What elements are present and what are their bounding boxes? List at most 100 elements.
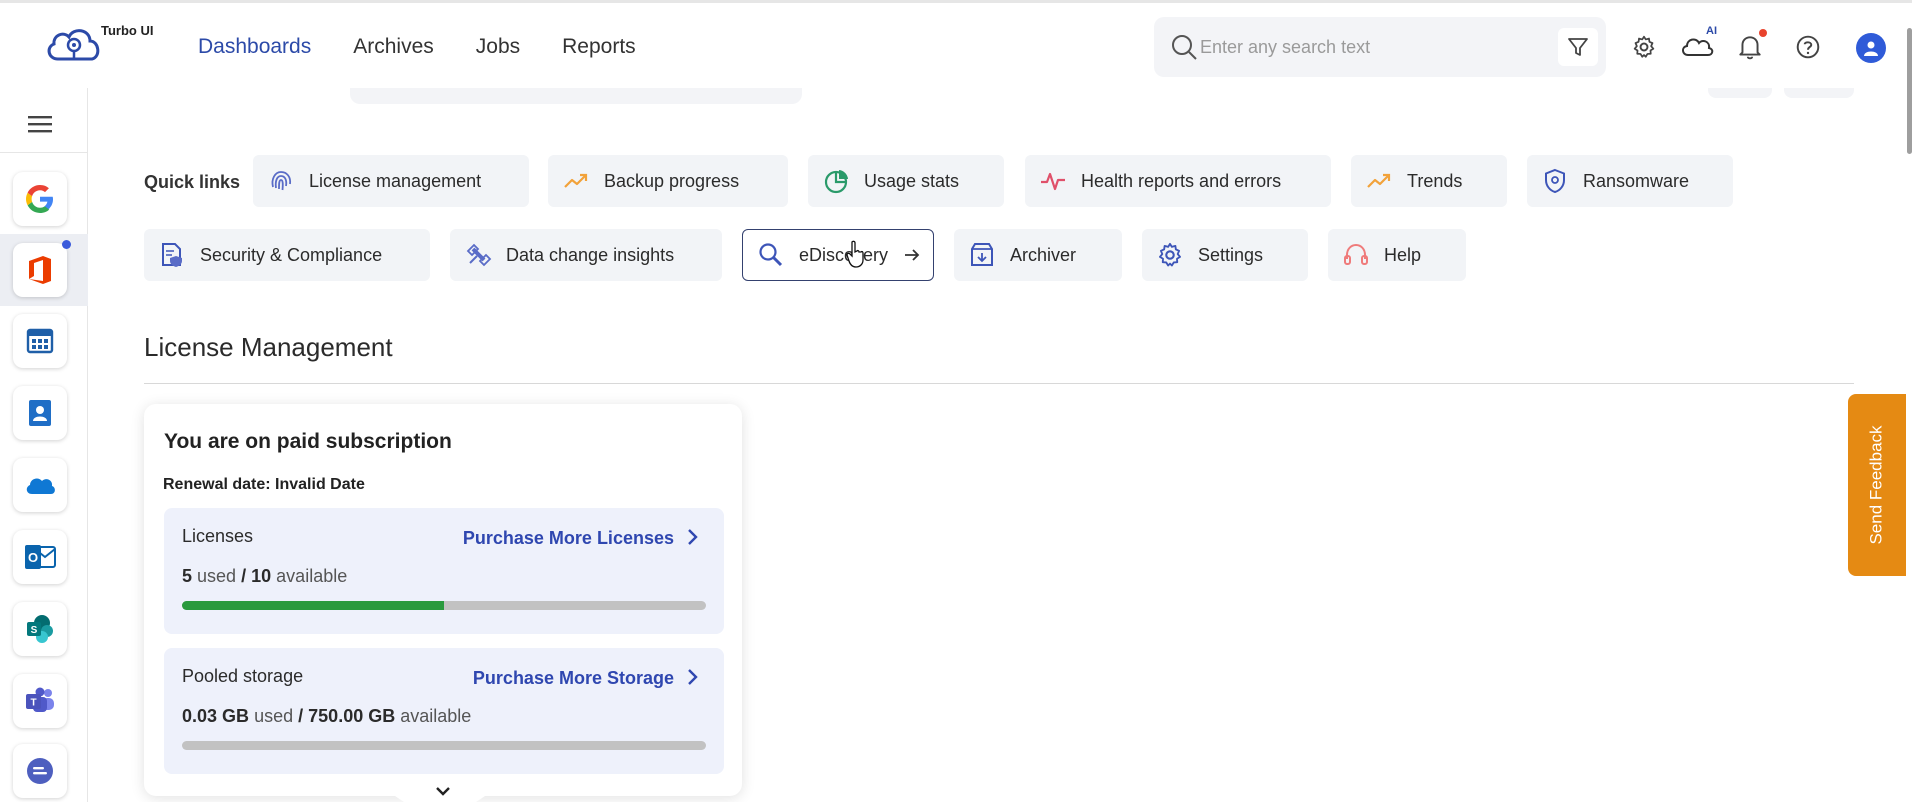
licenses-available: 10 [251,566,272,586]
collapsed-button-edge [1708,88,1772,98]
quick-link-archiver[interactable]: Archiver [954,229,1122,281]
pulse-icon [1041,172,1065,191]
app-outlook[interactable]: O [13,530,67,584]
logo-text: Turbo UI [101,23,154,38]
app-sharepoint[interactable]: S [13,602,67,656]
quick-link-usage-stats[interactable]: Usage stats [808,155,1004,207]
collapsed-panel-edge [350,88,802,104]
app-calendar[interactable] [13,314,67,368]
sharepoint-icon: S [27,615,53,643]
search-input[interactable]: Enter any search text [1200,37,1370,58]
user-avatar[interactable] [1856,33,1886,63]
app-contacts[interactable] [13,386,67,440]
app-chat[interactable] [13,744,67,798]
quick-link-security-compliance[interactable]: Security & Compliance [144,229,430,281]
storage-panel: Pooled storage Purchase More Storage 0.0… [164,648,724,774]
quick-link-trends[interactable]: Trends [1351,155,1507,207]
quick-link-backup-progress[interactable]: Backup progress [548,155,788,207]
ai-badge: AI [1706,25,1717,37]
chevron-right-icon[interactable] [686,526,700,548]
hand-cursor-icon [846,240,864,268]
arrow-right-icon [905,249,920,261]
quick-link-settings[interactable]: Settings [1142,229,1308,281]
chevron-right-icon[interactable] [686,666,700,688]
outlook-icon: O [25,545,56,569]
nav-dashboards[interactable]: Dashboards [198,35,311,59]
page-scrollbar[interactable] [1907,28,1912,154]
storage-title: Pooled storage [182,666,304,686]
subscription-title: You are on paid subscription [164,430,452,453]
quick-links-label: Quick links [144,172,241,192]
contacts-icon [29,400,51,426]
turbo-cloud-logo-icon[interactable] [44,21,108,69]
nav-jobs[interactable]: Jobs [476,35,520,59]
search-icon [1172,35,1197,60]
app-google[interactable] [13,172,67,226]
send-feedback-label: Send Feedback [1867,425,1886,545]
quick-link-help[interactable]: Help [1328,229,1466,281]
storage-separator: / [298,706,304,726]
headset-icon [1344,243,1368,265]
licenses-progress-bar [182,601,706,610]
section-divider [144,383,1854,384]
quick-link-label: eDiscovery [799,244,889,265]
licenses-separator: / [241,566,247,586]
quick-link-label: Security & Compliance [200,244,383,265]
licenses-usage: 5 used / 10 available [182,566,347,587]
google-icon [26,185,53,213]
storage-used: 0.03 GB [182,706,250,726]
storage-progress-bar [182,741,706,750]
licenses-used: 5 [182,566,193,586]
chevron-down-icon[interactable] [434,784,452,798]
quick-link-label: Archiver [1010,244,1077,265]
shield-icon [1545,168,1565,194]
app-office[interactable] [13,243,67,297]
office-icon [29,256,51,284]
gear-icon [1633,35,1655,58]
quick-link-data-change-insights[interactable]: Data change insights [450,229,722,281]
quick-link-label: Data change insights [506,244,675,265]
top-bar: Turbo UI Dashboards Archives Jobs Report… [0,0,1912,88]
nav-archives[interactable]: Archives [353,35,434,59]
hamburger-menu-icon[interactable] [26,112,54,136]
magnifier-icon [759,243,783,267]
licenses-used-label: used [197,566,237,586]
svg-text:T: T [30,698,36,709]
app-office-dot [62,240,71,249]
quick-link-label: License management [309,170,482,191]
cloud-ai-icon [1682,38,1714,56]
filter-icon [1568,38,1588,56]
quick-link-ediscovery[interactable]: eDiscovery [742,229,934,281]
global-search[interactable]: Enter any search text [1154,17,1606,77]
quick-link-label: Help [1384,244,1422,265]
app-onedrive[interactable] [13,458,67,512]
quick-link-ransomware[interactable]: Ransomware [1527,155,1733,207]
settings-button[interactable] [1628,29,1660,65]
quick-link-label: Backup progress [604,170,740,191]
purchase-licenses-link[interactable]: Purchase More Licenses [463,528,674,549]
notification-dot [1759,29,1767,37]
bell-icon [1739,36,1761,60]
trend-up-icon [1367,173,1391,188]
chat-icon [27,758,53,784]
quick-link-label: Usage stats [864,170,960,191]
quick-link-label: Ransomware [1583,170,1690,191]
calendar-icon [26,328,54,354]
quick-link-health-reports[interactable]: Health reports and errors [1025,155,1331,207]
nav-reports[interactable]: Reports [562,35,636,59]
archive-box-icon [971,243,993,266]
fingerprint-icon [271,171,292,191]
help-button[interactable] [1792,29,1824,65]
trend-up-icon [564,173,588,188]
send-feedback-tab[interactable]: Send Feedback [1848,394,1906,576]
app-teams[interactable]: T [13,674,67,728]
storage-available: 750.00 GB [308,706,396,726]
collapsed-button-edge [1784,88,1854,98]
purchase-storage-link[interactable]: Purchase More Storage [473,668,674,689]
onedrive-icon [26,478,55,494]
licenses-panel: Licenses Purchase More Licenses 5 used /… [164,508,724,634]
user-avatar-icon [1864,41,1878,56]
pie-chart-icon [824,170,848,194]
filter-button[interactable] [1558,28,1598,66]
quick-link-license-management[interactable]: License management [253,155,529,207]
